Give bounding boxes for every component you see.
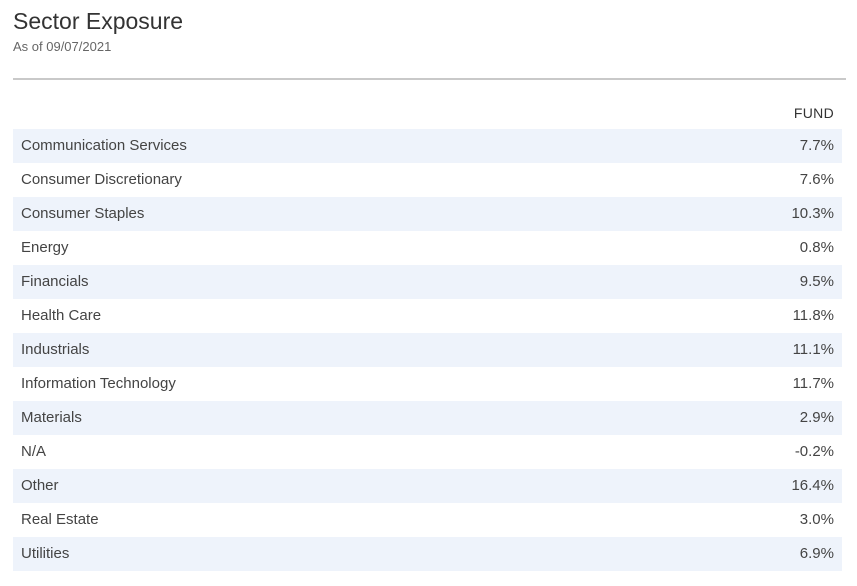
sector-name: Communication Services	[21, 137, 187, 154]
sector-name: Materials	[21, 409, 82, 426]
header-divider	[13, 78, 846, 80]
sector-name: Industrials	[21, 341, 90, 358]
sector-name: Health Care	[21, 307, 102, 324]
table-row: Consumer Discretionary 7.6%	[13, 163, 842, 197]
table-row: Health Care 11.8%	[13, 299, 842, 333]
fund-value: -0.2%	[794, 443, 834, 460]
fund-value: 2.9%	[799, 409, 834, 426]
sector-name: Consumer Staples	[21, 205, 145, 222]
table-row: Other 16.4%	[13, 469, 842, 503]
fund-value: 10.3%	[791, 205, 834, 222]
fund-value: 7.6%	[799, 171, 834, 188]
table-row: Information Technology 11.7%	[13, 367, 842, 401]
table-row: N/A -0.2%	[13, 435, 842, 469]
fund-value: 16.4%	[791, 477, 834, 494]
as-of-date: As of 09/07/2021	[13, 39, 112, 54]
table-row: Communication Services 7.7%	[13, 129, 842, 163]
table-row: Energy 0.8%	[13, 231, 842, 265]
sector-table: Communication Services 7.7% Consumer Dis…	[13, 129, 842, 571]
fund-value: 11.1%	[792, 341, 834, 358]
fund-value: 0.8%	[799, 239, 834, 256]
table-row: Utilities 6.9%	[13, 537, 842, 571]
table-row: Consumer Staples 10.3%	[13, 197, 842, 231]
sector-name: Utilities	[21, 545, 70, 562]
fund-value: 6.9%	[799, 545, 834, 562]
fund-value: 7.7%	[799, 137, 834, 154]
table-row: Materials 2.9%	[13, 401, 842, 435]
sector-name: Information Technology	[21, 375, 176, 392]
sector-name: Consumer Discretionary	[21, 171, 182, 188]
table-row: Financials 9.5%	[13, 265, 842, 299]
sector-name: Other	[21, 477, 59, 494]
fund-value: 9.5%	[799, 273, 834, 290]
sector-exposure-panel: Sector Exposure As of 09/07/2021 FUND Co…	[0, 0, 857, 586]
sector-name: Real Estate	[21, 511, 99, 528]
sector-name: Financials	[21, 273, 89, 290]
table-row: Real Estate 3.0%	[13, 503, 842, 537]
table-row: Industrials 11.1%	[13, 333, 842, 367]
fund-value: 11.7%	[792, 375, 834, 392]
fund-value: 3.0%	[799, 511, 834, 528]
fund-column-header: FUND	[793, 105, 834, 121]
sector-name: N/A	[21, 443, 47, 460]
sector-name: Energy	[21, 239, 69, 256]
fund-value: 11.8%	[792, 307, 834, 324]
page-title: Sector Exposure	[13, 8, 184, 34]
